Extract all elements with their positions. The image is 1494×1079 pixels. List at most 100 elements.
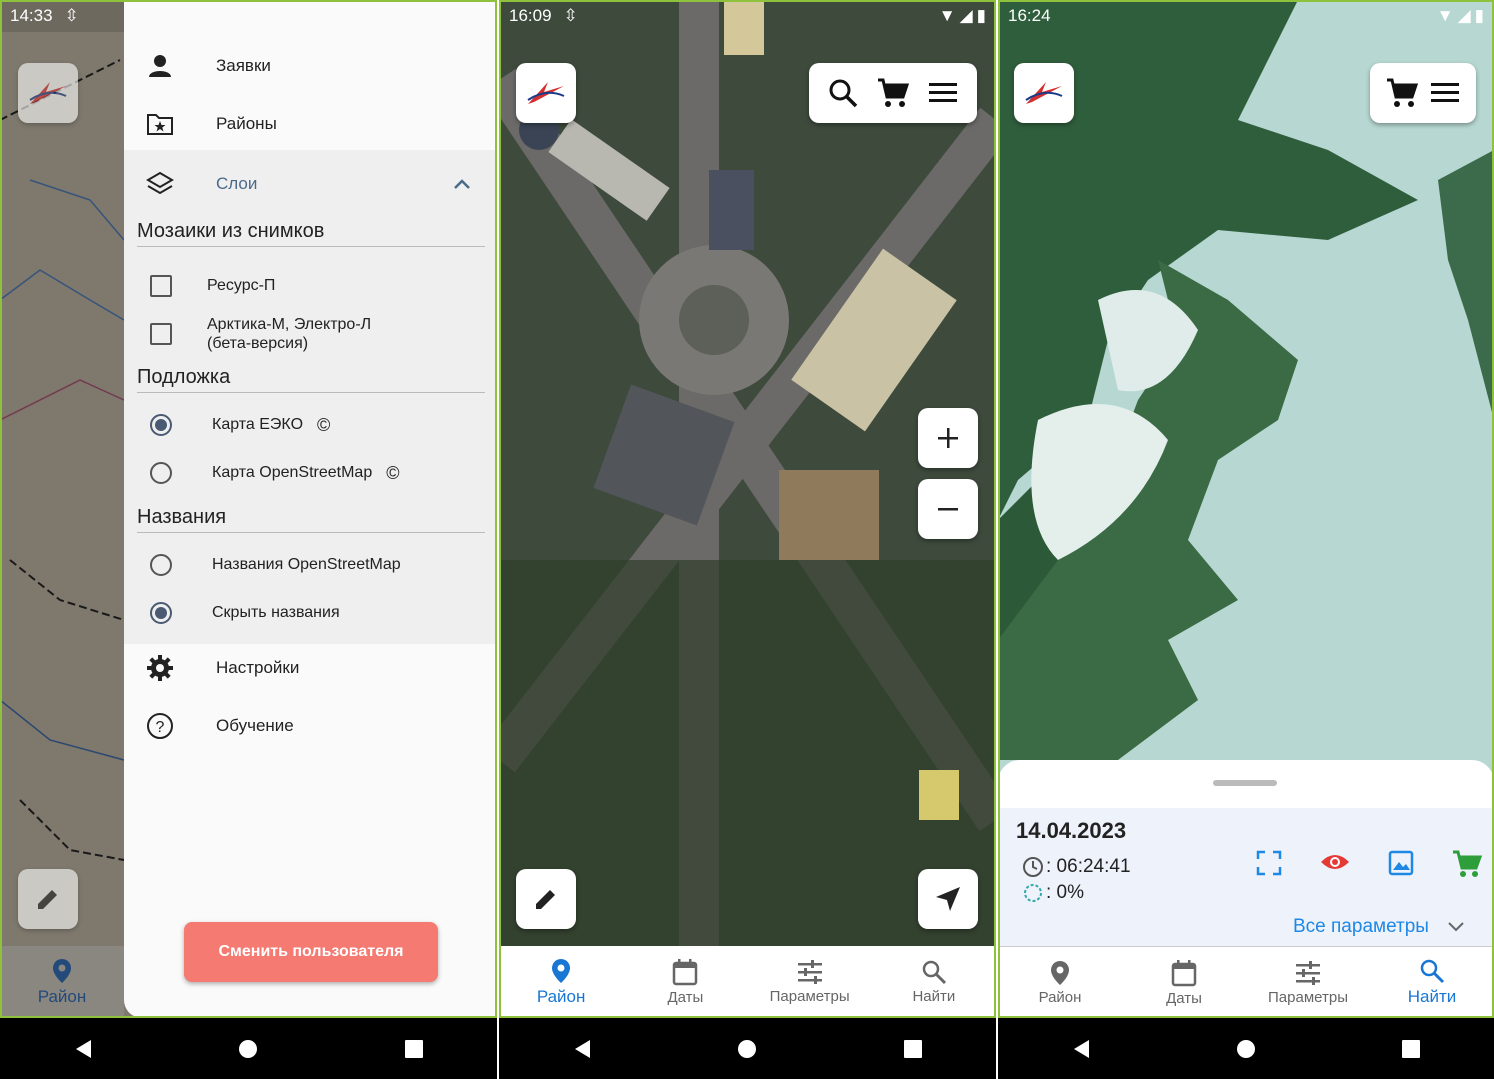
battery-icon: ▮	[1474, 6, 1484, 25]
nav-label: Найти	[912, 988, 956, 1005]
home-icon[interactable]	[1236, 1039, 1256, 1059]
image-icon[interactable]	[1388, 850, 1414, 876]
option-osm-map[interactable]: Карта OpenStreetMap ©	[150, 462, 399, 484]
radio-selected[interactable]	[150, 414, 172, 436]
all-parameters-link[interactable]: Все параметры	[1293, 916, 1465, 938]
menu-item-districts[interactable]: Районы	[124, 96, 497, 152]
cart-icon[interactable]	[1452, 850, 1482, 878]
menu-icon[interactable]	[927, 80, 959, 106]
back-icon[interactable]	[73, 1038, 93, 1060]
option-hide-names[interactable]: Скрыть названия	[150, 602, 340, 624]
radio-selected[interactable]	[150, 602, 172, 624]
nav-parameters[interactable]: Параметры	[1246, 960, 1370, 1006]
cloud-cover-icon	[1024, 884, 1042, 902]
home-icon[interactable]	[238, 1039, 258, 1059]
nav-parameters[interactable]: Параметры	[748, 959, 872, 1005]
checkbox[interactable]	[150, 275, 172, 297]
logo-button[interactable]	[516, 63, 576, 123]
menu-item-settings[interactable]: Настройки	[124, 640, 497, 696]
option-label-beta: (бета-версия)	[207, 335, 309, 352]
back-icon[interactable]	[1071, 1038, 1091, 1060]
location-pin-icon	[1051, 960, 1069, 985]
nav-district[interactable]: Район	[998, 960, 1122, 1006]
radio[interactable]	[150, 554, 172, 576]
option-label: Карта ЕЭКО	[212, 416, 304, 433]
nav-search[interactable]: Найти	[1370, 958, 1494, 1007]
copyright-icon[interactable]: ©	[386, 463, 399, 484]
home-icon[interactable]	[737, 1039, 757, 1059]
drag-handle[interactable]	[1213, 780, 1277, 786]
option-osm-names[interactable]: Названия OpenStreetMap	[150, 554, 401, 576]
gear-icon	[147, 655, 173, 681]
eye-icon[interactable]	[1320, 850, 1350, 874]
cart-icon[interactable]	[1385, 77, 1419, 109]
tune-icon	[1296, 960, 1320, 985]
all-parameters-label: Все параметры	[1293, 916, 1429, 937]
chevron-up-icon	[454, 179, 470, 189]
nav-label: Даты	[1166, 989, 1202, 1007]
image-time: : 06:24:41	[1046, 856, 1131, 877]
divider	[137, 246, 485, 247]
tune-icon	[797, 960, 822, 984]
radio[interactable]	[150, 462, 172, 484]
option-arktika[interactable]: Арктика-М, Электро-Л (бета-версия)	[150, 315, 371, 353]
nav-district[interactable]: Район	[37, 958, 87, 1007]
nav-district-label: Район	[37, 986, 87, 1006]
screen-satellite-map: 16:09 ⇳ ▼ ◢ ▮ Район Даты Параметры Найти	[499, 0, 996, 1079]
logo-button[interactable]	[18, 63, 78, 123]
menu-item-label: Обучение	[216, 716, 294, 735]
logo-button[interactable]	[1014, 63, 1074, 123]
bottom-nav: Район Даты Параметры Найти	[499, 946, 996, 1018]
cart-icon[interactable]	[876, 77, 910, 109]
navigation-drawer: Заявки Районы Слои Мозаики из снимков Ре…	[124, 0, 497, 1018]
image-card[interactable]: 14.04.2023 : 06:24:41 : 0% Все параметры	[998, 808, 1494, 946]
nav-district[interactable]: Район	[499, 958, 623, 1007]
nav-label: Параметры	[769, 988, 850, 1005]
image-time-row: : 06:24:41	[1022, 856, 1131, 878]
recents-icon[interactable]	[903, 1039, 923, 1059]
switch-user-button[interactable]: Сменить пользователя	[184, 922, 438, 982]
top-toolbar	[1370, 63, 1476, 123]
status-bar: 16:09 ⇳ ▼ ◢ ▮	[499, 0, 996, 32]
menu-item-label: Настройки	[216, 658, 300, 677]
nav-label: Даты	[667, 989, 704, 1006]
chevron-down-icon	[1448, 922, 1464, 932]
clock: 16:09	[509, 6, 552, 25]
android-nav-bar	[499, 1018, 996, 1079]
cloud-row: : 0%	[1022, 882, 1084, 904]
nav-dates[interactable]: Даты	[1122, 959, 1246, 1007]
android-nav-bar	[998, 1018, 1494, 1079]
zoom-out-button[interactable]	[918, 479, 978, 539]
option-eeko-map[interactable]: Карта ЕЭКО ©	[150, 414, 330, 436]
fullscreen-icon[interactable]	[1256, 850, 1282, 876]
option-resurs-p[interactable]: Ресурс-П	[150, 275, 275, 297]
clock: 14:33	[10, 6, 53, 25]
edit-button[interactable]	[516, 869, 576, 929]
menu-item-requests[interactable]: Заявки	[124, 38, 497, 94]
nav-label: Район	[1038, 988, 1082, 1006]
bottom-nav: Район Даты Параметры Найти	[998, 946, 1494, 1018]
zoom-in-button[interactable]	[918, 408, 978, 468]
back-icon[interactable]	[572, 1038, 592, 1060]
minus-icon	[938, 508, 958, 511]
my-location-button[interactable]	[918, 869, 978, 929]
battery-icon: ▮	[976, 6, 986, 25]
menu-icon[interactable]	[1429, 80, 1461, 106]
search-icon[interactable]	[827, 77, 859, 109]
pencil-icon	[536, 890, 555, 909]
checkbox[interactable]	[150, 323, 172, 345]
copyright-icon[interactable]: ©	[317, 415, 330, 436]
layers-header[interactable]: Слои	[124, 156, 497, 212]
recents-icon[interactable]	[404, 1039, 424, 1059]
nav-search[interactable]: Найти	[872, 959, 996, 1005]
status-icons: ▼ ◢ ▮	[1437, 6, 1484, 26]
cloud-cover: : 0%	[1046, 882, 1085, 903]
menu-item-label: Заявки	[216, 56, 271, 75]
menu-item-tutorial[interactable]: ? Обучение	[124, 698, 497, 754]
navigation-arrow-icon	[936, 887, 960, 911]
location-pin-icon	[52, 958, 71, 983]
recents-icon[interactable]	[1401, 1039, 1421, 1059]
edit-button[interactable]	[18, 869, 78, 929]
notification-icon: ⇳	[64, 6, 79, 25]
nav-dates[interactable]: Даты	[623, 958, 747, 1006]
